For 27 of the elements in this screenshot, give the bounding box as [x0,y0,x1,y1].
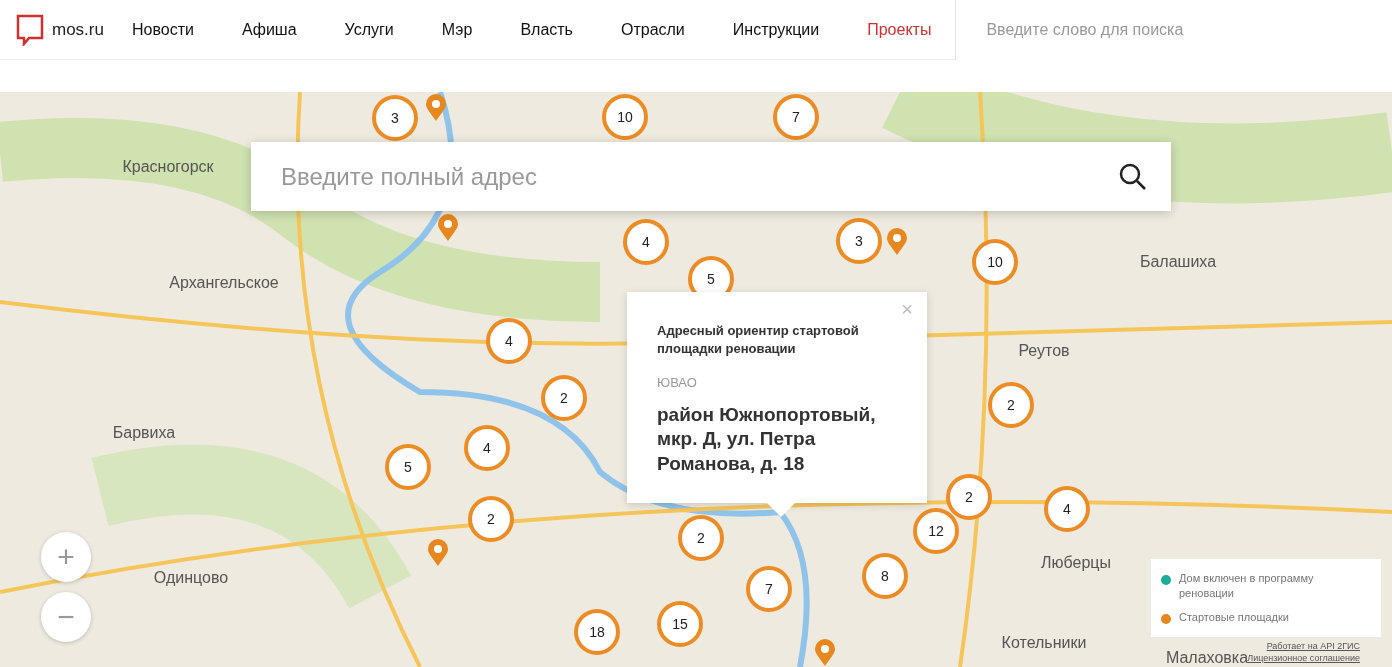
map-place-label: Архангельское [169,273,279,293]
site-search-field[interactable]: Введите слово для поиска [955,0,1392,60]
map-place-label: Одинцово [153,568,229,588]
popup-title: Адресный ориентир стартовой площадки реновации [657,322,860,358]
map-place-label: Барвиха [112,423,176,443]
legend-label: Дом включен в программу реновации [1179,571,1315,602]
nav-link-item[interactable]: Инструкции [732,17,820,42]
district-label: ЮВАО [657,374,698,393]
nav-link-item[interactable]: Новости [131,17,194,42]
attribution-link[interactable]: Работает на API 2ГИС [1266,641,1360,651]
nav-link-item[interactable]: Отрасли [620,17,685,42]
address-text: район Южнопортовый, мкр. Д, ул. Петра Романова, д. 18 [657,402,877,476]
map-place-label: Люберцы [1041,553,1111,573]
map-place-label: Котельники [1001,633,1087,653]
map-place-label: Малаховка [1165,648,1249,667]
address-search-field[interactable]: Введите полный адрес [251,142,1171,211]
map-place-label: Реутов [1018,341,1070,361]
nav-link-item[interactable]: Услуги [344,17,394,42]
attribution-link[interactable]: Лицензионное соглашение [1247,652,1360,663]
map-place-label: Красногорск [122,157,214,177]
nav-link-item[interactable]: Мэр [441,17,473,42]
logo-link[interactable]: mos.ru [16,13,104,46]
nav-link-item[interactable]: Проекты [867,17,932,42]
legend-label: Стартовые площадки [1179,609,1289,625]
map-place-label: Балашиха [1139,252,1217,272]
nav-link-item[interactable]: Власть [520,17,573,42]
nav-link-item[interactable]: Афиша [241,17,297,42]
